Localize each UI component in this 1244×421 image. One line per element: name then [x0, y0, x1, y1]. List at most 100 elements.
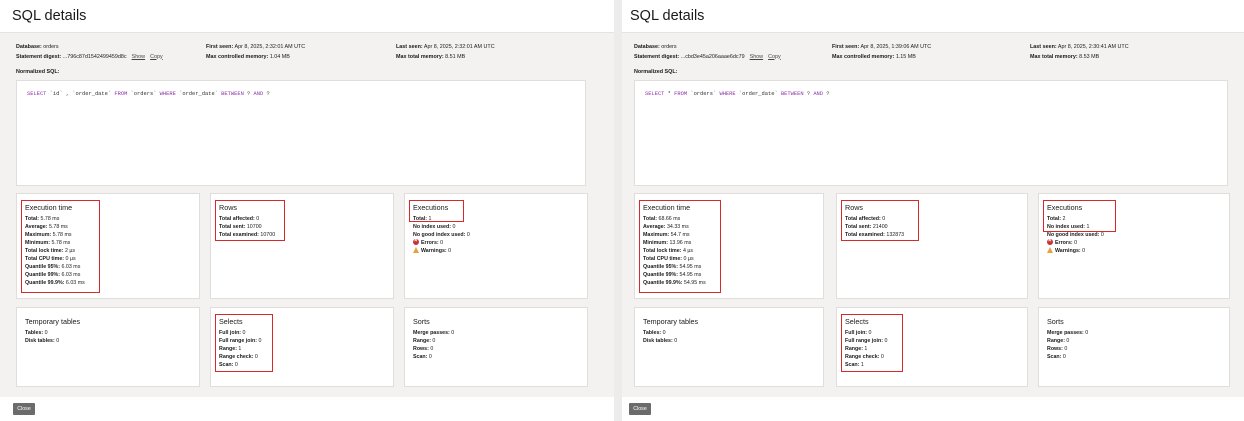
show-digest-link[interactable]: Show — [750, 54, 764, 60]
stat-row: Merge passes: 0 — [1047, 329, 1088, 337]
stat-label: Merge passes: — [1047, 330, 1084, 336]
highlight-box — [21, 200, 100, 293]
sql-token: `orders` — [687, 91, 720, 97]
sql-text-box[interactable]: SELECT `id` , `order_date` FROM `orders`… — [16, 80, 586, 186]
stat-row: Errors: 0 — [413, 237, 470, 247]
card-title: Temporary tables — [643, 317, 699, 326]
selects-card: Selects Full join: 0 Full range join: 0 Ra… — [210, 307, 394, 387]
stat-label: Warnings: — [421, 248, 447, 254]
stat-label: Disk tables: — [643, 338, 673, 344]
highlight-box — [639, 200, 721, 293]
sql-token: `order_date` — [175, 91, 222, 97]
stat-value: 0 — [1061, 354, 1066, 360]
stat-value: 0 — [1062, 346, 1068, 352]
sql-keyword: SELECT — [27, 91, 47, 97]
stat-row: Tables: 0 — [643, 329, 677, 337]
stat-label: Range: — [1047, 338, 1065, 344]
stat-label: Tables: — [643, 330, 662, 336]
copy-digest-link[interactable]: Copy — [768, 54, 781, 60]
stat-row: Warnings: 0 — [413, 247, 470, 255]
sql-keyword: WHERE — [159, 91, 176, 97]
max-total-label: Max total memory: — [1030, 53, 1078, 60]
execution-time-card: Execution time Total: 5.78 ms Average: 5.… — [16, 193, 200, 299]
rows-card: Rows Total affected: 0 Total sent: 10700 T… — [210, 193, 394, 299]
warning-icon — [413, 247, 419, 253]
normalized-sql-text: SELECT `id` , `order_date` FROM `orders`… — [27, 91, 270, 97]
max-controlled-label: Max controlled memory: — [832, 53, 895, 60]
sql-keyword: FROM — [114, 91, 128, 97]
stat-row: Disk tables: 0 — [643, 337, 677, 345]
close-button[interactable]: Close — [13, 403, 35, 415]
highlight-box — [215, 314, 273, 372]
max-controlled-value: 1.04 MB — [269, 53, 290, 60]
sql-token: * — [664, 91, 675, 97]
database-value: orders — [661, 44, 677, 50]
temporary-tables-stats: Tables: 0 Disk tables: 0 — [643, 329, 677, 345]
dialog-title: SQL details — [12, 8, 87, 24]
card-title: Temporary tables — [25, 317, 81, 326]
stat-value: 0 — [430, 338, 436, 344]
stat-value: 0 — [54, 338, 60, 344]
stat-row: Range: 0 — [1047, 337, 1088, 345]
meta-col-3: Last seen: Apr 8, 2025, 2:30:41 AM UTC M… — [1030, 43, 1129, 62]
sorts-card: Sorts Merge passes: 0 Range: 0 Rows: 0 Scan… — [404, 307, 588, 387]
stat-label: Errors: — [421, 240, 439, 246]
copy-digest-link[interactable]: Copy — [150, 54, 163, 60]
stat-label: Merge passes: — [413, 330, 450, 336]
highlight-box — [215, 200, 285, 241]
database-label: Database: — [16, 44, 42, 50]
stat-label: Tables: — [25, 330, 44, 336]
stat-value: 0 — [1083, 330, 1089, 336]
first-seen-value: Apr 8, 2025, 1:39:06 AM UTC — [860, 44, 932, 50]
database-label: Database: — [634, 44, 660, 50]
selects-card: Selects Full join: 0 Full range join: 0 Ra… — [836, 307, 1028, 387]
stat-value: 0 — [672, 338, 678, 344]
meta-col-1: Database: orders Statement digest: ...cb… — [634, 43, 781, 62]
warning-icon — [1047, 247, 1053, 253]
show-digest-link[interactable]: Show — [132, 54, 146, 60]
sql-keyword: BETWEEN — [221, 91, 244, 97]
stat-value: 0 — [43, 330, 48, 336]
sql-token: `id` , `order_date` — [46, 91, 115, 97]
highlight-box — [841, 314, 903, 372]
rows-card: Rows Total affected: 0 Total sent: 21400 T… — [836, 193, 1028, 299]
stat-value: 0 — [427, 354, 432, 360]
max-controlled-value: 1.15 MB — [895, 53, 916, 60]
last-seen-label: Last seen: — [1030, 44, 1057, 50]
temporary-tables-stats: Tables: 0 Disk tables: 0 — [25, 329, 59, 345]
max-total-value: 8.51 MB — [445, 53, 466, 60]
stat-label: Errors: — [1055, 240, 1073, 246]
stat-value: 0 — [449, 330, 455, 336]
normalized-sql-label: Normalized SQL: — [634, 69, 678, 75]
meta-col-2: First seen: Apr 8, 2025, 1:39:06 AM UTC … — [832, 43, 931, 62]
sql-keyword: SELECT — [645, 91, 665, 97]
stat-value: 0 — [428, 346, 434, 352]
stat-label: No good index used: — [1047, 232, 1100, 238]
stat-value: 0 — [465, 232, 470, 238]
sql-token: ? — [243, 91, 254, 97]
stat-row: No index used: 0 — [413, 223, 470, 231]
sql-token: ? — [803, 91, 814, 97]
card-title: Sorts — [413, 317, 430, 326]
sql-text-box[interactable]: SELECT * FROM `orders` WHERE `order_date… — [634, 80, 1228, 186]
sql-keyword: WHERE — [719, 91, 736, 97]
stat-value: 0 — [438, 240, 444, 246]
stat-label: Rows: — [413, 346, 429, 352]
sql-token: `order_date` — [735, 91, 781, 97]
stat-value: 0 — [1064, 338, 1070, 344]
error-icon — [413, 237, 419, 245]
stat-row: No good index used: 0 — [413, 231, 470, 239]
stat-value: 0 — [1080, 248, 1086, 254]
sql-keyword: BETWEEN — [780, 91, 804, 97]
last-seen-value: Apr 8, 2025, 2:30:41 AM UTC — [1057, 44, 1129, 50]
stat-value: 0 — [661, 330, 666, 336]
normalized-sql-text: SELECT * FROM `orders` WHERE `order_date… — [645, 91, 830, 97]
close-button[interactable]: Close — [629, 403, 651, 415]
sql-keyword: AND — [813, 91, 824, 97]
stat-row: Range: 0 — [413, 337, 454, 345]
executions-card: Executions Total: 1 No index used: 0 No go… — [404, 193, 588, 299]
digest-value: ...796c87d1542499459d8c — [62, 53, 127, 60]
stat-row: Rows: 0 — [413, 345, 454, 353]
sql-details-dialog-right: SQL details Database: orders Statement d… — [622, 0, 1244, 421]
card-title: Sorts — [1047, 317, 1064, 326]
